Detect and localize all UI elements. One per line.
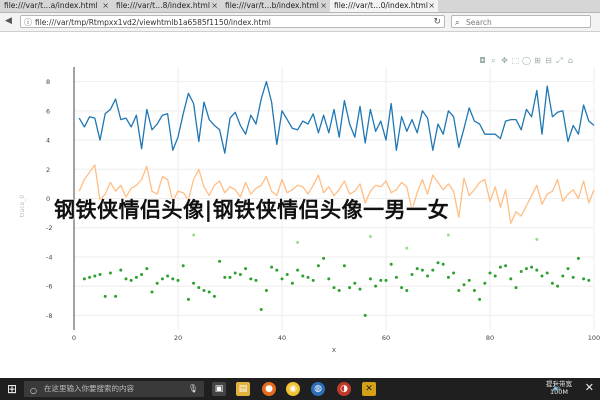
zoom-icon[interactable]: ⌕ (488, 56, 499, 66)
zoom-out-icon[interactable]: ⊟ (543, 56, 554, 65)
box-select-icon[interactable]: ⬚ (510, 56, 521, 65)
app-icon[interactable]: ◍ (311, 382, 325, 396)
tab-2[interactable]: file:///var/t…8/index.html × (112, 0, 221, 12)
close-icon[interactable]: × (320, 0, 327, 12)
close-icon[interactable]: × (102, 0, 109, 12)
chrome-icon[interactable]: ◉ (286, 382, 300, 396)
navigation-bar: ◀ ⓘ file:///var/tmp/Rtmpxx1vd2/viewhtmlb… (0, 13, 600, 32)
tab-label: file:///var/t…8/index.html (116, 1, 210, 10)
start-icon[interactable]: ⊞ (4, 381, 20, 397)
volume-icon[interactable]: 🔈 (552, 383, 563, 393)
address-text: file:///var/tmp/Rtmpxx1vd2/viewhtmlb1a65… (35, 18, 271, 27)
overlay-caption: 钢铁侠情侣头像|钢铁侠情侣头像一男一女 (54, 198, 450, 222)
search-icon: ○ (30, 386, 37, 395)
lasso-icon[interactable]: ◯ (521, 56, 532, 65)
tab-label: file:///var/t…0/index.html (334, 1, 428, 10)
close-icon[interactable]: ✕ (585, 381, 594, 394)
tab-label: file:///var/t…a/index.html (4, 1, 98, 10)
tab-label: file:///var/t…b/index.html (225, 1, 319, 10)
search-icon: ⌕ (455, 18, 460, 27)
address-bar[interactable]: ⓘ file:///var/tmp/Rtmpxx1vd2/viewhtmlb1a… (20, 15, 445, 28)
taskbar-search-placeholder: 在这里输入你要搜索的内容 (44, 384, 134, 393)
reload-icon[interactable]: ↻ (433, 16, 441, 27)
search-placeholder: Search (466, 18, 492, 27)
plot-modebar: ◘ ⌕ ✥ ⬚ ◯ ⊞ ⊟ ⤢ ⌂ (477, 56, 576, 66)
autoscale-icon[interactable]: ⤢ (554, 56, 565, 66)
app-icon[interactable]: ◑ (337, 382, 351, 396)
tab-3[interactable]: file:///var/t…b/index.html × (221, 0, 330, 12)
task-view-icon[interactable]: ▣ (212, 382, 226, 396)
pan-icon[interactable]: ✥ (499, 56, 510, 65)
zoom-in-icon[interactable]: ⊞ (532, 56, 543, 65)
file-explorer-icon[interactable]: ▤ (236, 382, 250, 396)
taskbar: ⊞ ○ 在这里输入你要搜索的内容 🎙 ▣ ▤ ● ◉ ◍ ◑ ✕ 提升带宽 10… (0, 378, 600, 400)
page-icon: ⓘ (24, 18, 32, 27)
tab-1[interactable]: file:///var/t…a/index.html × (0, 0, 112, 12)
camera-icon[interactable]: ◘ (477, 56, 488, 65)
terminal-icon[interactable]: ✕ (362, 382, 376, 396)
reset-icon[interactable]: ⌂ (565, 56, 576, 65)
search-input[interactable]: ⌕ Search (451, 15, 591, 28)
close-icon[interactable]: × (211, 0, 218, 12)
tab-bar: file:///var/t…a/index.html × file:///var/… (0, 0, 600, 13)
back-icon[interactable]: ◀ (5, 15, 12, 28)
firefox-icon[interactable]: ● (262, 382, 276, 396)
close-icon[interactable]: × (428, 0, 435, 12)
taskbar-search[interactable]: ○ 在这里输入你要搜索的内容 🎙 (24, 381, 204, 397)
microphone-icon[interactable]: 🎙 (188, 381, 198, 397)
tab-4[interactable]: file:///var/t…0/index.html × (330, 0, 438, 12)
